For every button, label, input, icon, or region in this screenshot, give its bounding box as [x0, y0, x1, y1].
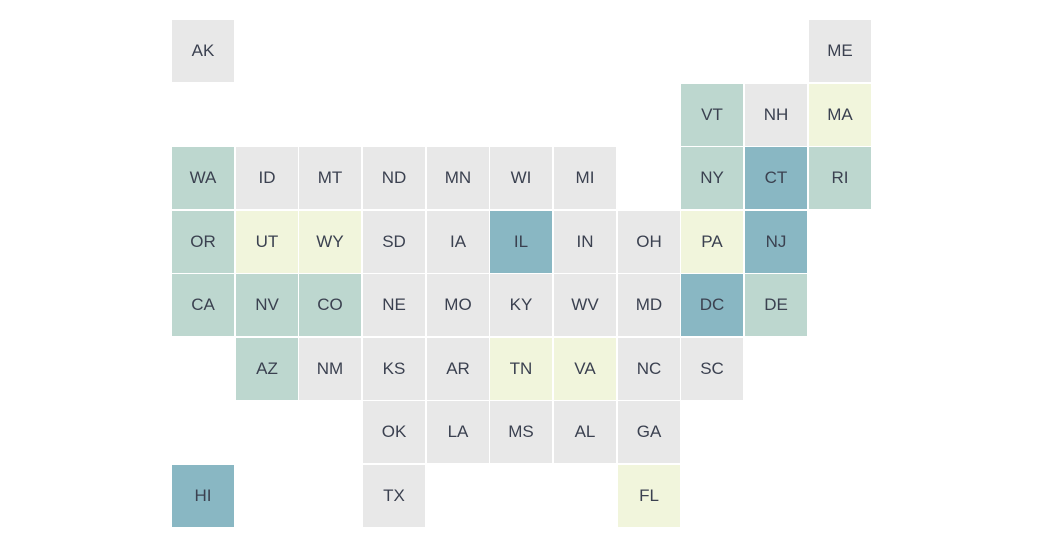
state-tile-ga[interactable]: GA	[618, 401, 680, 463]
state-tile-ma[interactable]: MA	[809, 84, 871, 146]
state-tile-mi[interactable]: MI	[554, 147, 616, 209]
state-tile-ne[interactable]: NE	[363, 274, 425, 336]
state-tile-hi[interactable]: HI	[172, 465, 234, 527]
state-tile-ut[interactable]: UT	[236, 211, 298, 273]
state-tile-ct[interactable]: CT	[745, 147, 807, 209]
state-tile-de[interactable]: DE	[745, 274, 807, 336]
state-tile-wy[interactable]: WY	[299, 211, 361, 273]
state-tile-co[interactable]: CO	[299, 274, 361, 336]
state-tile-md[interactable]: MD	[618, 274, 680, 336]
state-tile-sc[interactable]: SC	[681, 338, 743, 400]
state-tile-ri[interactable]: RI	[809, 147, 871, 209]
state-tile-ky[interactable]: KY	[490, 274, 552, 336]
state-tile-ak[interactable]: AK	[172, 20, 234, 82]
state-tile-il[interactable]: IL	[490, 211, 552, 273]
state-tile-tx[interactable]: TX	[363, 465, 425, 527]
state-tile-nv[interactable]: NV	[236, 274, 298, 336]
state-tile-me[interactable]: ME	[809, 20, 871, 82]
state-tile-nm[interactable]: NM	[299, 338, 361, 400]
state-tile-ok[interactable]: OK	[363, 401, 425, 463]
state-tile-dc[interactable]: DC	[681, 274, 743, 336]
state-tile-nh[interactable]: NH	[745, 84, 807, 146]
state-tile-ia[interactable]: IA	[427, 211, 489, 273]
state-tile-nc[interactable]: NC	[618, 338, 680, 400]
state-tile-mt[interactable]: MT	[299, 147, 361, 209]
state-tile-mn[interactable]: MN	[427, 147, 489, 209]
state-tile-tn[interactable]: TN	[490, 338, 552, 400]
state-tile-vt[interactable]: VT	[681, 84, 743, 146]
state-tile-nd[interactable]: ND	[363, 147, 425, 209]
state-tile-pa[interactable]: PA	[681, 211, 743, 273]
state-tile-wi[interactable]: WI	[490, 147, 552, 209]
state-tile-sd[interactable]: SD	[363, 211, 425, 273]
state-tile-nj[interactable]: NJ	[745, 211, 807, 273]
state-tile-wa[interactable]: WA	[172, 147, 234, 209]
state-tile-oh[interactable]: OH	[618, 211, 680, 273]
state-tile-fl[interactable]: FL	[618, 465, 680, 527]
state-tile-id[interactable]: ID	[236, 147, 298, 209]
state-tile-mo[interactable]: MO	[427, 274, 489, 336]
state-tile-ny[interactable]: NY	[681, 147, 743, 209]
state-tile-va[interactable]: VA	[554, 338, 616, 400]
state-tile-al[interactable]: AL	[554, 401, 616, 463]
state-tile-ms[interactable]: MS	[490, 401, 552, 463]
state-tile-wv[interactable]: WV	[554, 274, 616, 336]
state-tile-ks[interactable]: KS	[363, 338, 425, 400]
state-tile-az[interactable]: AZ	[236, 338, 298, 400]
state-tile-ca[interactable]: CA	[172, 274, 234, 336]
us-tile-map: AK ME VT NH MA WA ID MT ND MN WI MI NY CT RI OR UT WY SD IA…	[0, 0, 1046, 548]
state-tile-la[interactable]: LA	[427, 401, 489, 463]
state-tile-ar[interactable]: AR	[427, 338, 489, 400]
state-tile-in[interactable]: IN	[554, 211, 616, 273]
state-tile-or[interactable]: OR	[172, 211, 234, 273]
